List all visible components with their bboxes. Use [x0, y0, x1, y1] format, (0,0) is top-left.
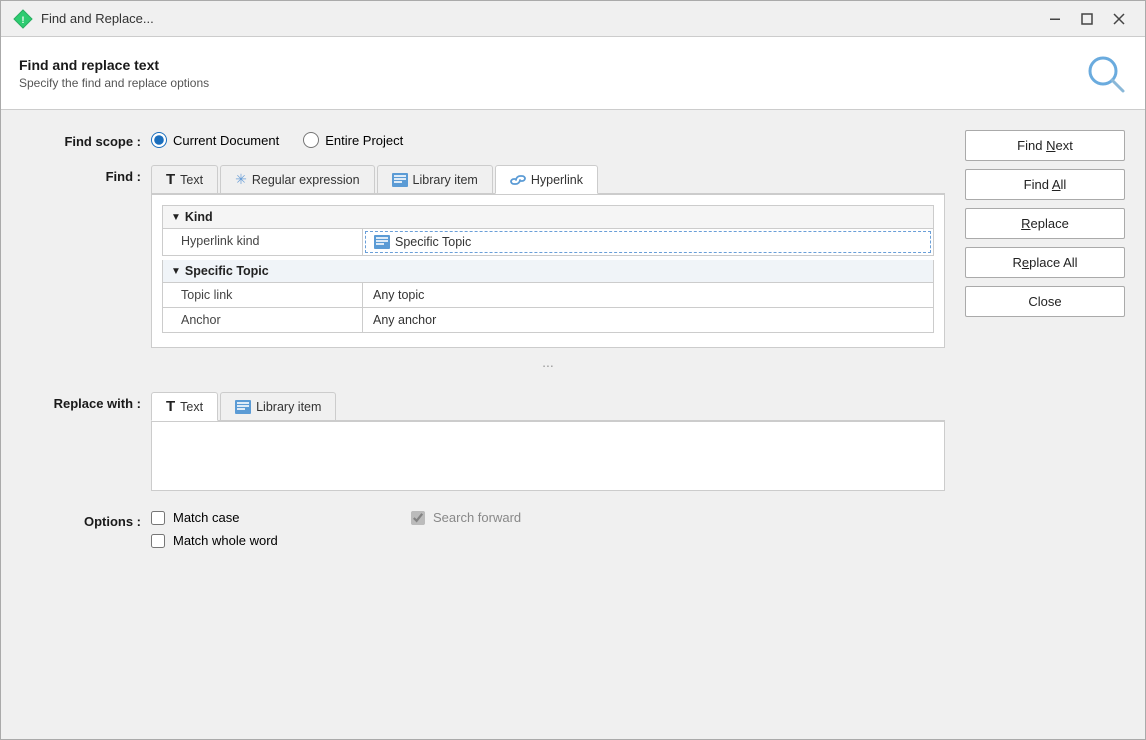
tab-text[interactable]: T Text: [151, 165, 218, 193]
tab-regex-label: Regular expression: [252, 173, 360, 187]
regex-icon: ✳: [235, 171, 247, 188]
kind-header: ▼ Kind: [162, 205, 934, 229]
specific-topic-header: ▼ Specific Topic: [162, 260, 934, 283]
hyperlink-kind-value: Specific Topic: [395, 235, 471, 249]
scope-entire-label: Entire Project: [325, 133, 403, 148]
find-tab-bar: T Text ✳ Regular expression: [151, 165, 945, 194]
scope-entire-radio[interactable]: [303, 132, 319, 148]
tab-text-label: Text: [180, 173, 203, 187]
replace-tab-text[interactable]: T Text: [151, 392, 218, 421]
topic-link-key: Topic link: [163, 283, 363, 307]
replace-tab-library[interactable]: Library item: [220, 392, 336, 420]
replace-content: T Text Library item: [151, 392, 945, 494]
replace-button[interactable]: Replace: [965, 208, 1125, 239]
hyperlink-kind-val[interactable]: Specific Topic: [365, 231, 931, 253]
match-case-label: Match case: [173, 510, 239, 525]
main-content: Find scope : Current Document Entire Pro…: [1, 110, 1145, 739]
options-row: Options : Match case Search forward: [21, 510, 945, 548]
options-grid: Match case Search forward Match whole wo…: [151, 510, 945, 548]
scope-current-radio[interactable]: [151, 132, 167, 148]
kind-section: ▼ Kind Hyperlink kind: [162, 205, 934, 256]
options-label: Options :: [21, 510, 141, 529]
close-button-action[interactable]: Close: [965, 286, 1125, 317]
scope-current-label: Current Document: [173, 133, 279, 148]
svg-text:!: !: [22, 15, 25, 25]
tab-library-label: Library item: [413, 173, 478, 187]
kind-chevron: ▼: [171, 212, 181, 223]
anchor-val: Any anchor: [363, 308, 933, 332]
find-row: Find : T Text ✳ Regular expression: [21, 165, 945, 376]
hyperlink-icon: [510, 173, 526, 187]
tab-regex[interactable]: ✳ Regular expression: [220, 165, 374, 193]
replace-text-icon: T: [166, 398, 175, 415]
scope-options: Current Document Entire Project: [151, 130, 945, 148]
find-label: Find :: [21, 165, 141, 184]
specific-topic-label: Specific Topic: [185, 264, 269, 278]
buttons-panel: Find Next Find All Replace Replace All C…: [965, 130, 1125, 729]
replace-with-row: Replace with : T Text: [21, 392, 945, 494]
dialog-title: Find and Replace...: [41, 11, 154, 26]
dialog: ! Find and Replace... Find and replace t…: [0, 0, 1146, 740]
topic-link-val: Any topic: [363, 283, 933, 307]
tab-hyperlink-label: Hyperlink: [531, 173, 583, 187]
match-case-option[interactable]: Match case: [151, 510, 391, 525]
search-forward-option[interactable]: Search forward: [411, 510, 651, 525]
topic-link-row: Topic link Any topic: [162, 283, 934, 308]
minimize-button[interactable]: [1041, 8, 1069, 30]
form-area: Find scope : Current Document Entire Pro…: [21, 130, 945, 729]
specific-topic-icon: [374, 235, 390, 249]
header-text: Find and replace text Specify the find a…: [19, 57, 209, 90]
match-whole-word-checkbox[interactable]: [151, 534, 165, 548]
tab-hyperlink[interactable]: Hyperlink: [495, 165, 598, 194]
find-content: T Text ✳ Regular expression: [151, 165, 945, 376]
replace-textarea[interactable]: [151, 421, 945, 491]
scope-label: Find scope :: [21, 130, 141, 149]
title-bar-left: ! Find and Replace...: [13, 9, 154, 29]
specific-chevron: ▼: [171, 266, 181, 277]
scope-current-document[interactable]: Current Document: [151, 132, 279, 148]
specific-topic-section: ▼ Specific Topic Topic link Any topic An…: [162, 260, 934, 333]
title-bar: ! Find and Replace...: [1, 1, 1145, 37]
scope-entire-project[interactable]: Entire Project: [303, 132, 403, 148]
magnifier-icon: [1083, 51, 1127, 95]
search-forward-label: Search forward: [433, 510, 521, 525]
match-whole-word-option[interactable]: Match whole word: [151, 533, 391, 548]
close-button[interactable]: [1105, 8, 1133, 30]
search-forward-checkbox[interactable]: [411, 511, 425, 525]
replace-tab-library-label: Library item: [256, 400, 321, 414]
text-t-icon: T: [166, 171, 175, 188]
find-panel: ▼ Kind Hyperlink kind: [151, 194, 945, 348]
replace-tab-bar: T Text Library item: [151, 392, 945, 421]
replace-all-button[interactable]: Replace All: [965, 247, 1125, 278]
tab-library[interactable]: Library item: [377, 165, 493, 193]
find-next-button[interactable]: Find Next: [965, 130, 1125, 161]
ellipsis: ...: [151, 348, 945, 376]
anchor-key: Anchor: [163, 308, 363, 332]
find-all-button[interactable]: Find All: [965, 169, 1125, 200]
match-whole-word-label: Match whole word: [173, 533, 278, 548]
header-subtitle: Specify the find and replace options: [19, 76, 209, 90]
app-icon: !: [13, 9, 33, 29]
replace-tab-text-label: Text: [180, 400, 203, 414]
options-content: Match case Search forward Match whole wo…: [151, 510, 945, 548]
match-case-checkbox[interactable]: [151, 511, 165, 525]
kind-header-label: Kind: [185, 210, 213, 224]
title-bar-controls: [1041, 8, 1133, 30]
library-icon: [392, 173, 408, 187]
replace-library-icon: [235, 400, 251, 414]
find-scope-row: Find scope : Current Document Entire Pro…: [21, 130, 945, 149]
maximize-button[interactable]: [1073, 8, 1101, 30]
header-section: Find and replace text Specify the find a…: [1, 37, 1145, 110]
hyperlink-kind-key: Hyperlink kind: [163, 229, 363, 255]
anchor-row: Anchor Any anchor: [162, 308, 934, 333]
replace-label: Replace with :: [21, 392, 141, 411]
hyperlink-kind-row: Hyperlink kind Specific Topic: [162, 229, 934, 256]
header-title: Find and replace text: [19, 57, 209, 73]
